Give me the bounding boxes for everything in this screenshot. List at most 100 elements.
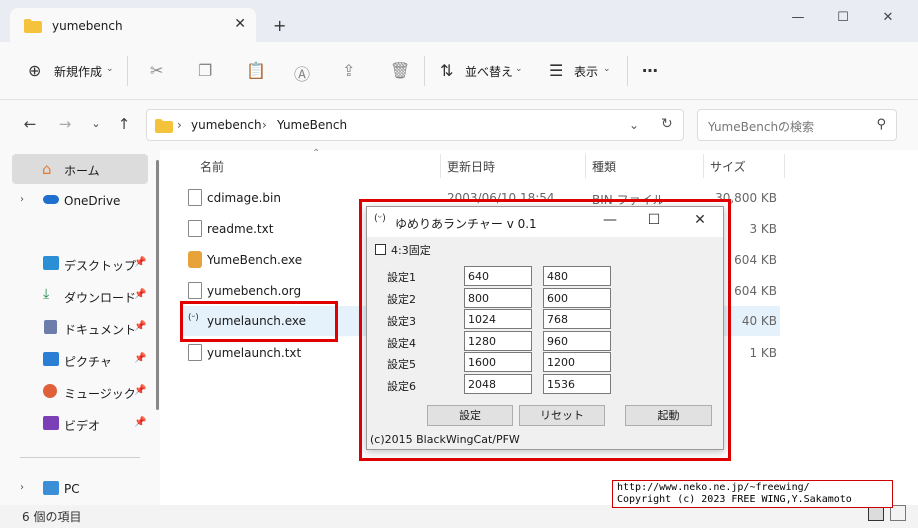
setting-width-input[interactable] xyxy=(464,309,532,329)
column-divider[interactable] xyxy=(703,154,704,178)
sidebar-item-pc[interactable]: › PC xyxy=(0,474,148,504)
dialog-title-bar[interactable]: (ᵕ) ゆめりあランチャー v 0.1 — ☐ ✕ xyxy=(367,207,723,237)
view-icon[interactable]: ☰ xyxy=(549,61,563,80)
aspect-lock-checkbox[interactable] xyxy=(375,244,386,255)
setting-label: 設定5 xyxy=(387,358,416,371)
breadcrumb-yumebench-sub[interactable]: YumeBench xyxy=(277,118,347,132)
sidebar-item-videos[interactable]: ビデオ 📌 xyxy=(0,409,148,439)
pin-icon[interactable]: 📌 xyxy=(134,257,146,268)
copy-icon[interactable]: ❐ xyxy=(198,61,212,80)
sidebar-item-label: OneDrive xyxy=(64,194,121,208)
column-divider[interactable] xyxy=(784,154,785,178)
setting-height-input[interactable] xyxy=(543,331,611,351)
new-tab-button[interactable]: + xyxy=(273,16,286,35)
dialog-close-button[interactable]: ✕ xyxy=(685,212,715,228)
sidebar-divider xyxy=(20,457,140,458)
setting-label: 設定6 xyxy=(387,380,416,393)
dialog-minimize-button[interactable]: — xyxy=(595,212,625,228)
close-button[interactable]: ✕ xyxy=(876,10,900,25)
set-button[interactable]: 設定 xyxy=(427,405,513,426)
setting-height-input[interactable] xyxy=(543,374,611,394)
setting-width-input[interactable] xyxy=(464,331,532,351)
setting-label: 設定3 xyxy=(387,315,416,328)
column-divider[interactable] xyxy=(440,154,441,178)
column-divider[interactable] xyxy=(585,154,586,178)
column-header-size[interactable]: サイズ xyxy=(710,158,746,175)
setting-height-input[interactable] xyxy=(543,352,611,372)
sidebar-scrollbar[interactable] xyxy=(156,160,159,410)
sidebar-item-home[interactable]: ⌂ ホーム xyxy=(12,154,148,184)
cut-icon[interactable]: ✂ xyxy=(150,61,163,80)
toolbar-divider xyxy=(627,56,628,86)
tab-close-button[interactable]: ✕ xyxy=(234,16,246,32)
new-button[interactable]: 新規作成 xyxy=(54,63,102,80)
command-bar: ⊕ 新規作成 ⌄ ✂ ❐ 📋 Ⓐ ⇪ 🗑 ⇅ 並べ替え ⌄ ☰ 表示 ⌄ ⋯ xyxy=(0,42,918,100)
share-icon[interactable]: ⇪ xyxy=(342,61,355,80)
chevron-down-icon[interactable]: ⌄ xyxy=(629,118,639,132)
sidebar-item-pictures[interactable]: ピクチャ 📌 xyxy=(0,345,148,375)
column-header-name[interactable]: 名前 xyxy=(200,158,224,175)
sidebar-item-onedrive[interactable]: › OneDrive xyxy=(0,186,148,216)
search-icon[interactable]: ⚲ xyxy=(876,117,886,132)
forward-arrow-icon[interactable]: → xyxy=(55,115,75,133)
up-arrow-icon[interactable]: ↑ xyxy=(114,115,134,133)
text-file-icon xyxy=(188,344,202,361)
toolbar-divider xyxy=(127,56,128,86)
sidebar-item-downloads[interactable]: ⤓ ダウンロード 📌 xyxy=(0,281,148,311)
refresh-icon[interactable]: ↻ xyxy=(661,116,673,132)
recent-chevron-icon[interactable]: ⌄ xyxy=(86,117,106,130)
highlight-frame xyxy=(180,301,338,342)
sort-icon[interactable]: ⇅ xyxy=(440,61,453,80)
video-icon xyxy=(43,416,59,430)
sidebar-item-label: PC xyxy=(64,482,80,496)
back-arrow-icon[interactable]: ← xyxy=(20,115,40,133)
pin-icon[interactable]: 📌 xyxy=(134,417,146,428)
address-bar[interactable]: › yumebench › YumeBench ⌄ ↻ xyxy=(146,109,684,141)
column-header-date[interactable]: 更新日時 xyxy=(447,158,495,175)
setting-height-input[interactable] xyxy=(543,288,611,308)
search-input[interactable]: YumeBenchの検索 ⚲ xyxy=(697,109,897,141)
paste-icon[interactable]: 📋 xyxy=(246,61,266,80)
new-plus-icon[interactable]: ⊕ xyxy=(28,61,41,80)
pin-icon[interactable]: 📌 xyxy=(134,289,146,300)
expand-arrow-icon[interactable]: › xyxy=(20,482,24,493)
setting-width-input[interactable] xyxy=(464,352,532,372)
breadcrumb-separator-icon: › xyxy=(262,118,267,132)
breadcrumb-yumebench[interactable]: yumebench xyxy=(191,118,262,132)
launcher-dialog: (ᵕ) ゆめりあランチャー v 0.1 — ☐ ✕ 4:3固定 設定1 設定2 … xyxy=(366,206,724,450)
sort-button[interactable]: 並べ替え xyxy=(465,63,513,80)
maximize-button[interactable]: ☐ xyxy=(831,10,855,25)
setting-width-input[interactable] xyxy=(464,374,532,394)
column-header-type[interactable]: 種類 xyxy=(592,158,616,175)
pin-icon[interactable]: 📌 xyxy=(134,385,146,396)
rename-icon[interactable]: Ⓐ xyxy=(294,61,310,85)
sidebar-item-music[interactable]: ミュージック 📌 xyxy=(0,377,148,407)
file-name: yumelaunch.txt xyxy=(207,346,302,360)
minimize-button[interactable]: — xyxy=(786,10,810,25)
expand-arrow-icon[interactable]: › xyxy=(20,194,24,205)
file-icon xyxy=(188,189,202,206)
sidebar-item-desktop[interactable]: デスクトップ 📌 xyxy=(0,249,148,279)
text-file-icon xyxy=(188,220,202,237)
pin-icon[interactable]: 📌 xyxy=(134,321,146,332)
tab-yumebench[interactable]: yumebench ✕ xyxy=(10,8,256,42)
file-name: YumeBench.exe xyxy=(207,253,303,267)
launch-button[interactable]: 起動 xyxy=(625,405,712,426)
navigation-pane: ⌂ ホーム › OneDrive デスクトップ 📌 ⤓ ダウンロード 📌 ドキュ… xyxy=(0,150,160,505)
dialog-title: ゆめりあランチャー v 0.1 xyxy=(395,217,537,231)
sidebar-item-documents[interactable]: ドキュメント 📌 xyxy=(0,313,148,343)
toolbar-divider xyxy=(424,56,425,86)
more-options-button[interactable]: ⋯ xyxy=(642,61,658,80)
setting-height-input[interactable] xyxy=(543,309,611,329)
chevron-down-icon: ⌄ xyxy=(603,64,611,74)
delete-icon[interactable]: 🗑 xyxy=(390,61,410,80)
setting-width-input[interactable] xyxy=(464,266,532,286)
sidebar-item-label: ビデオ xyxy=(64,419,101,433)
reset-button[interactable]: リセット xyxy=(519,405,605,426)
pin-icon[interactable]: 📌 xyxy=(134,353,146,364)
view-button[interactable]: 表示 xyxy=(574,63,598,80)
file-name: readme.txt xyxy=(207,222,274,236)
dialog-maximize-button[interactable]: ☐ xyxy=(639,212,669,228)
setting-height-input[interactable] xyxy=(543,266,611,286)
setting-width-input[interactable] xyxy=(464,288,532,308)
